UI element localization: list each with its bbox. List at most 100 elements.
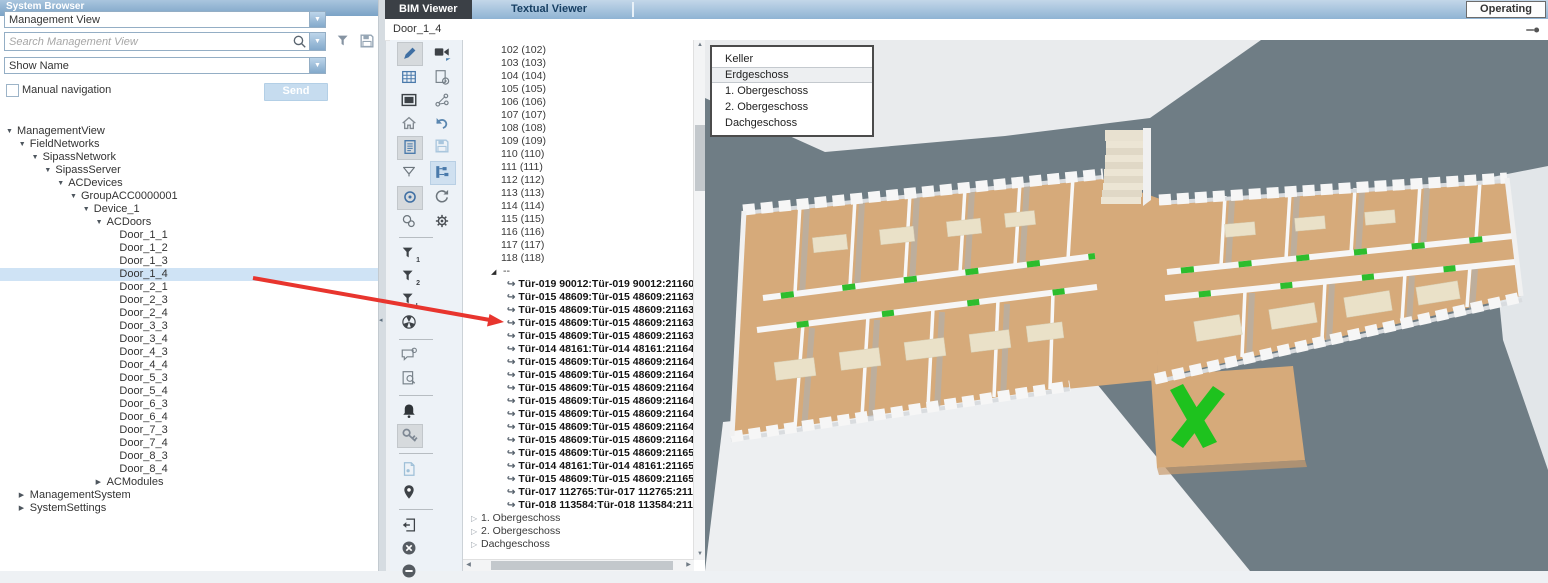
tree-item-Door_7_4[interactable]: Door_7_4 bbox=[0, 437, 378, 450]
room-item[interactable]: 105 (105) bbox=[463, 83, 706, 96]
tree-item-Door_3_4[interactable]: Door_3_4 bbox=[0, 333, 378, 346]
tree-item-Device_1[interactable]: ▼Device_1 bbox=[0, 203, 378, 216]
location-pin-button[interactable] bbox=[397, 482, 421, 504]
alarm-bell-button[interactable] bbox=[397, 401, 421, 423]
collapse-handle-icon[interactable]: ◂ bbox=[379, 316, 383, 324]
cone-view-button[interactable] bbox=[397, 161, 421, 183]
door-link-item[interactable]: ↪Tür-015 48609:Tür-015 48609:211636 bbox=[463, 291, 706, 304]
image-view-button[interactable] bbox=[397, 90, 421, 112]
search-box[interactable]: ▼ bbox=[4, 32, 326, 51]
door-link-item[interactable]: ↪Tür-015 48609:Tür-015 48609:211638 bbox=[463, 317, 706, 330]
tree-item-ACDoors[interactable]: ▼ACDoors bbox=[0, 216, 378, 229]
tree-item-Door_1_3[interactable]: Door_1_3 bbox=[0, 255, 378, 268]
home-view-button[interactable] bbox=[397, 113, 421, 135]
tree-item-Door_2_1[interactable]: Door_2_1 bbox=[0, 281, 378, 294]
door-link-item[interactable]: ↪Tür-015 48609:Tür-015 48609:211637 bbox=[463, 304, 706, 317]
floor-popup-item-1-obergeschoss[interactable]: 1. Obergeschoss bbox=[712, 83, 872, 99]
search-dropdown-icon[interactable]: ▼ bbox=[309, 33, 325, 50]
room-item[interactable]: 103 (103) bbox=[463, 57, 706, 70]
door-link-item[interactable]: ↪Tür-015 48609:Tür-015 48609:211643 bbox=[463, 369, 706, 382]
tree-item-FieldNetworks[interactable]: ▼FieldNetworks bbox=[0, 138, 378, 151]
tree-item-Door_1_1[interactable]: Door_1_1 bbox=[0, 229, 378, 242]
floor-popup-item-erdgeschoss[interactable]: Erdgeschoss bbox=[712, 67, 872, 83]
tab-bim-viewer[interactable]: BIM Viewer bbox=[385, 0, 472, 19]
tree-item-Door_2_3[interactable]: Door_2_3 bbox=[0, 294, 378, 307]
document-search-button[interactable] bbox=[397, 368, 421, 390]
tree-item-SipassNetwork[interactable]: ▼SipassNetwork bbox=[0, 151, 378, 164]
expanded-arrow-icon[interactable]: ▼ bbox=[6, 125, 17, 138]
tree-item-Door_8_4[interactable]: Door_8_4 bbox=[0, 463, 378, 476]
room-item[interactable]: 113 (113) bbox=[463, 187, 706, 200]
collapsed-arrow-icon[interactable]: ▶ bbox=[19, 502, 30, 515]
send-button[interactable]: Send bbox=[264, 83, 328, 101]
expanded-caret-icon[interactable]: ◢ bbox=[491, 266, 503, 279]
door-link-item[interactable]: ↪Tür-017 112765:Tür-017 112765:211680 bbox=[463, 486, 706, 499]
export-report-button[interactable] bbox=[397, 515, 421, 537]
room-item[interactable]: 112 (112) bbox=[463, 174, 706, 187]
tree-item-Door_1_4[interactable]: Door_1_4 bbox=[0, 268, 378, 281]
tree-item-ManagementSystem[interactable]: ▶ManagementSystem bbox=[0, 489, 378, 502]
pdf-document-button[interactable] bbox=[397, 459, 421, 481]
room-item[interactable]: 118 (118) bbox=[463, 252, 706, 265]
tree-item-ManagementView[interactable]: ▼ManagementView bbox=[0, 125, 378, 138]
expanded-arrow-icon[interactable]: ▼ bbox=[32, 151, 43, 164]
tree-item-Door_5_4[interactable]: Door_5_4 bbox=[0, 385, 378, 398]
door-link-item[interactable]: ↪Tür-018 113584:Tür-018 113584:211682 bbox=[463, 499, 706, 512]
access-key-button[interactable] bbox=[397, 424, 423, 448]
room-item[interactable]: 111 (111) bbox=[463, 161, 706, 174]
door-link-item[interactable]: ↪Tür-015 48609:Tür-015 48609:211653 bbox=[463, 473, 706, 486]
tree-item-Door_1_2[interactable]: Door_1_2 bbox=[0, 242, 378, 255]
floor-popup-item-keller[interactable]: Keller bbox=[712, 51, 872, 67]
door-link-item[interactable]: ↪Tür-015 48609:Tür-015 48609:211646 bbox=[463, 395, 706, 408]
room-item[interactable]: 116 (116) bbox=[463, 226, 706, 239]
floor-item[interactable]: ▷2. Obergeschoss bbox=[463, 525, 706, 538]
path-nodes-button[interactable] bbox=[430, 90, 454, 112]
tree-item-Door_6_3[interactable]: Door_6_3 bbox=[0, 398, 378, 411]
pen-tool-button[interactable] bbox=[397, 42, 423, 66]
expanded-arrow-icon[interactable]: ▼ bbox=[70, 190, 81, 203]
remove-circle-button[interactable] bbox=[397, 561, 421, 583]
filter-1-button[interactable]: 1 bbox=[397, 243, 421, 265]
collapsed-caret-icon[interactable]: ▷ bbox=[471, 538, 481, 551]
undo-button[interactable] bbox=[430, 113, 454, 135]
tree-item-Door_6_4[interactable]: Door_6_4 bbox=[0, 411, 378, 424]
tree-item-Door_3_3[interactable]: Door_3_3 bbox=[0, 320, 378, 333]
tree-item-Door_8_3[interactable]: Door_8_3 bbox=[0, 450, 378, 463]
grid-view-button[interactable] bbox=[397, 67, 421, 89]
expanded-arrow-icon[interactable]: ▼ bbox=[83, 203, 94, 216]
tree-item-GroupACC0000001[interactable]: ▼GroupACC0000001 bbox=[0, 190, 378, 203]
link-circles-button[interactable] bbox=[397, 211, 421, 233]
room-item[interactable]: 110 (110) bbox=[463, 148, 706, 161]
expanded-arrow-icon[interactable]: ▼ bbox=[19, 138, 30, 151]
cancel-circle-button[interactable] bbox=[397, 538, 421, 560]
tree-item-Door_4_4[interactable]: Door_4_4 bbox=[0, 359, 378, 372]
floor-popup-item-2-obergeschoss[interactable]: 2. Obergeschoss bbox=[712, 99, 872, 115]
collapsed-caret-icon[interactable]: ▷ bbox=[471, 525, 481, 538]
door-group-node[interactable]: ◢-- bbox=[463, 265, 706, 278]
scroll-left-icon[interactable]: ◀ bbox=[463, 560, 474, 571]
room-item[interactable]: 114 (114) bbox=[463, 200, 706, 213]
view-selector[interactable]: Management View ▼ bbox=[4, 11, 326, 28]
room-item[interactable]: 104 (104) bbox=[463, 70, 706, 83]
target-select-button[interactable] bbox=[397, 186, 423, 210]
room-item[interactable]: 108 (108) bbox=[463, 122, 706, 135]
tree-item-SipassServer[interactable]: ▼SipassServer bbox=[0, 164, 378, 177]
door-link-item[interactable]: ↪Tür-014 48161:Tür-014 48161:211652 bbox=[463, 460, 706, 473]
door-link-item[interactable]: ↪Tür-015 48609:Tür-015 48609:211648 bbox=[463, 421, 706, 434]
tree-item-Door_7_3[interactable]: Door_7_3 bbox=[0, 424, 378, 437]
fan-sector-button[interactable] bbox=[397, 312, 421, 334]
expanded-arrow-icon[interactable]: ▼ bbox=[57, 177, 68, 190]
operating-mode-button[interactable]: Operating bbox=[1466, 1, 1546, 18]
expanded-arrow-icon[interactable]: ▼ bbox=[96, 216, 107, 229]
camera-button[interactable] bbox=[430, 42, 454, 64]
collapsed-arrow-icon[interactable]: ▶ bbox=[19, 489, 30, 502]
door-link-item[interactable]: ↪Tür-015 48609:Tür-015 48609:211650 bbox=[463, 447, 706, 460]
scroll-right-icon[interactable]: ▶ bbox=[683, 560, 694, 571]
door-link-item[interactable]: ↪Tür-015 48609:Tür-015 48609:211642 bbox=[463, 356, 706, 369]
tab-textual-viewer[interactable]: Textual Viewer bbox=[497, 0, 601, 19]
door-link-item[interactable]: ↪Tür-015 48609:Tür-015 48609:211645 bbox=[463, 382, 706, 395]
tree-item-ACDevices[interactable]: ▼ACDevices bbox=[0, 177, 378, 190]
floor-popup-item-dachgeschoss[interactable]: Dachgeschoss bbox=[712, 115, 872, 131]
filter-icon[interactable] bbox=[333, 32, 355, 50]
tree-item-Door_2_4[interactable]: Door_2_4 bbox=[0, 307, 378, 320]
